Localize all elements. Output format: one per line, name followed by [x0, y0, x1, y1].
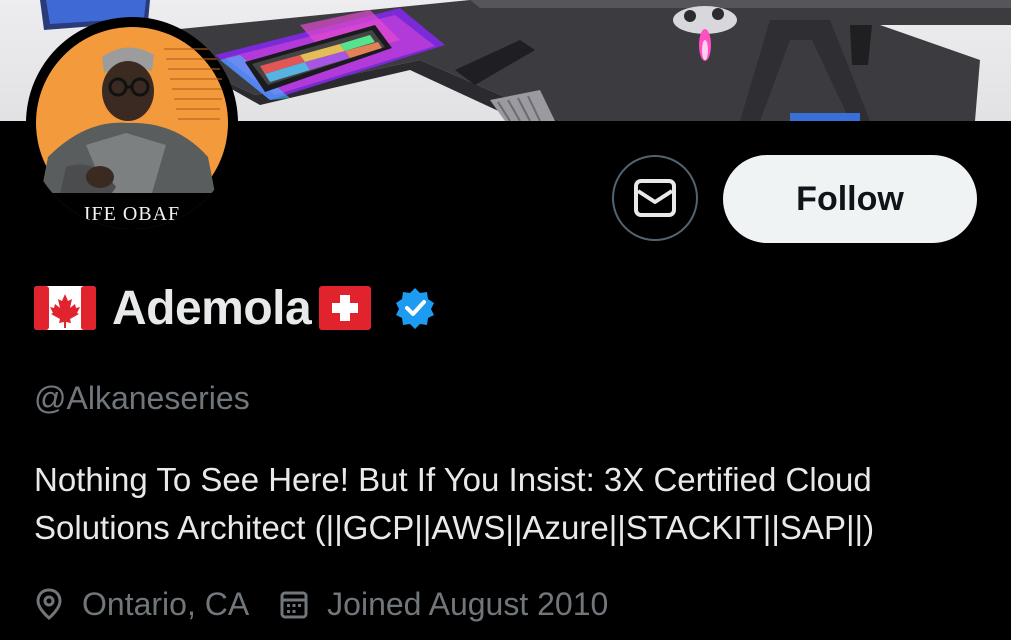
profile-bio: Nothing To See Here! But If You Insist: … [34, 456, 994, 552]
display-name: Ademola [112, 281, 312, 335]
location-pin-icon [36, 588, 62, 620]
display-name-row: Ademola [34, 280, 437, 336]
bio-line: Nothing To See Here! But If You Insist: … [34, 461, 872, 498]
location-item: Ontario, CA [34, 586, 249, 623]
bio-line: Solutions Architect (||GCP||AWS||Azure||… [34, 509, 875, 546]
canada-flag-icon [34, 286, 96, 330]
envelope-icon [634, 179, 676, 217]
verified-badge-icon[interactable] [393, 286, 437, 330]
message-button[interactable] [612, 155, 698, 241]
avatar-image [26, 27, 238, 229]
profile-meta: Ontario, CA Joined August 2010 [34, 584, 608, 624]
calendar-icon [280, 591, 308, 619]
avatar-caption: IFE OBAF [83, 203, 181, 225]
switzerland-flag-icon [319, 286, 372, 330]
profile-handle: @Alkaneseries [34, 380, 250, 416]
profile-avatar[interactable]: IFE OBAF [26, 17, 238, 229]
joined-text: Joined August 2010 [327, 585, 609, 622]
joined-item: Joined August 2010 [279, 586, 608, 623]
follow-button[interactable]: Follow [723, 155, 977, 243]
location-text: Ontario, CA [82, 585, 250, 622]
